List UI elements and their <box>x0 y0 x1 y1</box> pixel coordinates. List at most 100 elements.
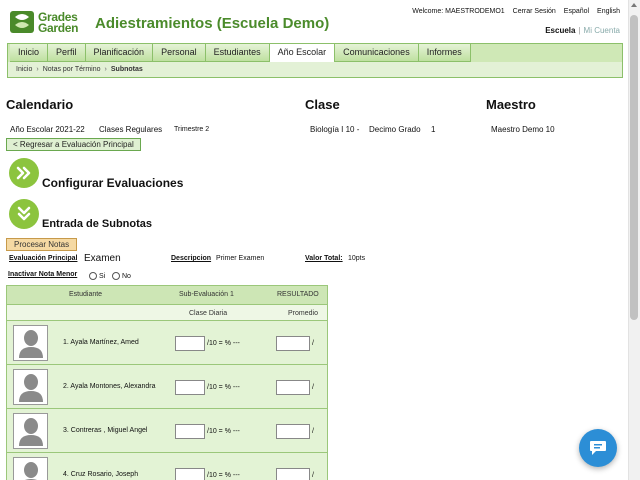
tab-informes[interactable]: Informes <box>418 44 471 62</box>
tab-planificacion[interactable]: Planificación <box>85 44 154 62</box>
student-name: 4. Cruz Rosario, Joseph <box>63 471 139 478</box>
grado-text: Decimo Grado <box>369 125 421 134</box>
scrollbar-thumb[interactable] <box>630 15 638 320</box>
student-name: 2. Ayala Montones, Alexandra <box>63 383 156 390</box>
ano-escolar-text: Año Escolar 2021-22 <box>10 125 85 134</box>
valor-total-label: Valor Total: <box>305 255 343 262</box>
clase-text: Biología I 10 - <box>310 125 360 134</box>
nav-tabs: Inicio Perfil Planificación Personal Est… <box>8 44 622 62</box>
logo-text-line2: Garden <box>38 21 79 35</box>
context-switch: Escuela | Mi Cuenta <box>545 26 620 35</box>
col-sub-evaluacion: Sub-Evaluación 1 <box>179 291 234 298</box>
radio-no-label: No <box>122 273 131 280</box>
clases-regulares-text: Clases Regulares <box>99 125 163 134</box>
tab-ano-escolar[interactable]: Año Escolar <box>269 44 336 62</box>
col-promedio: Promedio <box>288 310 318 317</box>
promedio-slash: / <box>312 384 314 391</box>
chat-button[interactable] <box>579 429 617 467</box>
back-to-main-evaluation-button[interactable]: < Regresar a Evaluación Principal <box>6 138 141 151</box>
chat-bubble-icon <box>590 441 606 455</box>
radio-si[interactable] <box>89 272 97 280</box>
double-chevron-down-icon <box>17 206 31 221</box>
header-calendario: Calendario <box>6 97 74 112</box>
table-row: 2. Ayala Montones, Alexandra /10 = % ---… <box>7 365 327 409</box>
mi-cuenta-link[interactable]: Mi Cuenta <box>584 26 620 35</box>
tab-comunicaciones[interactable]: Comunicaciones <box>335 44 419 62</box>
valor-total-value: 10pts <box>348 255 366 262</box>
grade-input[interactable] <box>175 424 205 439</box>
grade-input[interactable] <box>175 336 205 351</box>
avatar <box>13 457 48 480</box>
promedio-input[interactable] <box>276 468 310 480</box>
logo-icon <box>10 11 34 33</box>
student-name: 3. Contreras , Miguel Angel <box>63 427 148 434</box>
evaluacion-principal-value: Examen <box>84 253 121 264</box>
table-row: 1. Ayala Martínez, Amed /10 = % --- / <box>7 321 327 365</box>
main-navigation: Inicio Perfil Planificación Personal Est… <box>7 43 623 78</box>
grade-input[interactable] <box>175 468 205 480</box>
configurar-evaluaciones-title[interactable]: Configurar Evaluaciones <box>42 176 183 190</box>
grade-calc-text: /10 = % --- <box>207 428 240 435</box>
context-separator: | <box>578 26 581 35</box>
promedio-input[interactable] <box>276 424 310 439</box>
grade-input[interactable] <box>175 380 205 395</box>
logout-link[interactable]: Cerrar Sesión <box>513 8 556 15</box>
scroll-up-arrow-icon[interactable] <box>631 3 637 7</box>
avatar <box>13 413 48 449</box>
tab-perfil[interactable]: Perfil <box>48 44 86 62</box>
top-links: Welcome: MAESTRODEMO1 Cerrar Sesión Espa… <box>406 8 620 15</box>
person-placeholder-icon <box>24 462 38 480</box>
grade-calc-text: /10 = % --- <box>207 384 240 391</box>
header-clase: Clase <box>305 97 340 112</box>
person-placeholder-icon <box>19 374 43 402</box>
grades-garden-logo[interactable]: Grades Garden <box>10 10 80 35</box>
double-chevron-right-icon <box>16 166 31 180</box>
grade-calc-text: /10 = % --- <box>207 340 240 347</box>
breadcrumb-separator: › <box>104 66 107 73</box>
radio-no[interactable] <box>112 272 120 280</box>
breadcrumb: Inicio › Notas por Término › Subnotas <box>8 62 622 77</box>
table-row: 3. Contreras , Miguel Angel /10 = % --- … <box>7 409 327 453</box>
breadcrumb-subnotas: Subnotas <box>110 66 143 73</box>
page-scrollbar[interactable] <box>628 0 640 480</box>
header-maestro: Maestro <box>486 97 536 112</box>
tab-inicio[interactable]: Inicio <box>10 44 49 62</box>
grid-header-row: Estudiante Sub-Evaluación 1 RESULTADO <box>7 286 327 304</box>
lang-es-link[interactable]: Español <box>564 8 589 15</box>
col-estudiante: Estudiante <box>69 291 103 298</box>
descripcion-value: Primer Examen <box>216 255 265 262</box>
tab-estudiantes[interactable]: Estudiantes <box>205 44 270 62</box>
col-resultado: RESULTADO <box>277 291 319 298</box>
welcome-text: Welcome: MAESTRODEMO1 <box>412 8 505 15</box>
promedio-input[interactable] <box>276 380 310 395</box>
expand-configurar-button[interactable] <box>9 158 39 188</box>
promedio-slash: / <box>312 472 314 479</box>
avatar <box>13 369 48 405</box>
grupo-text: 1 <box>431 125 436 134</box>
app-title: Adiestramientos (Escuela Demo) <box>95 15 330 32</box>
procesar-notas-button[interactable]: Procesar Notas <box>6 238 78 251</box>
breadcrumb-separator: › <box>36 66 39 73</box>
subnotas-grid: Estudiante Sub-Evaluación 1 RESULTADO Cl… <box>6 285 328 480</box>
grid-subheader-row: Clase Diaria Promedio <box>7 304 327 321</box>
entrada-subnotas-title: Entrada de Subnotas <box>42 218 153 230</box>
lang-en-link[interactable]: English <box>597 8 620 15</box>
maestro-text: Maestro Demo 10 <box>491 125 555 134</box>
radio-si-label: Si <box>99 273 106 280</box>
descripcion-label: Descripcion <box>171 255 212 262</box>
promedio-slash: / <box>312 340 314 347</box>
inactivar-nota-menor-label: Inactivar Nota Menor <box>8 271 78 278</box>
person-placeholder-icon <box>19 418 43 446</box>
person-placeholder-icon <box>19 330 43 358</box>
sub-evaluacion-name: Clase Diaria <box>189 310 228 317</box>
table-row: 4. Cruz Rosario, Joseph /10 = % --- / <box>7 453 327 480</box>
tab-personal[interactable]: Personal <box>153 44 206 62</box>
student-name: 1. Ayala Martínez, Amed <box>63 339 139 346</box>
avatar <box>13 325 48 361</box>
breadcrumb-notas-termino[interactable]: Notas por Término <box>43 66 101 73</box>
evaluacion-principal-label: Evaluación Principal <box>9 255 78 262</box>
escuela-link[interactable]: Escuela <box>545 26 575 35</box>
collapse-entrada-button[interactable] <box>9 199 39 229</box>
promedio-input[interactable] <box>276 336 310 351</box>
breadcrumb-inicio[interactable]: Inicio <box>16 66 32 73</box>
